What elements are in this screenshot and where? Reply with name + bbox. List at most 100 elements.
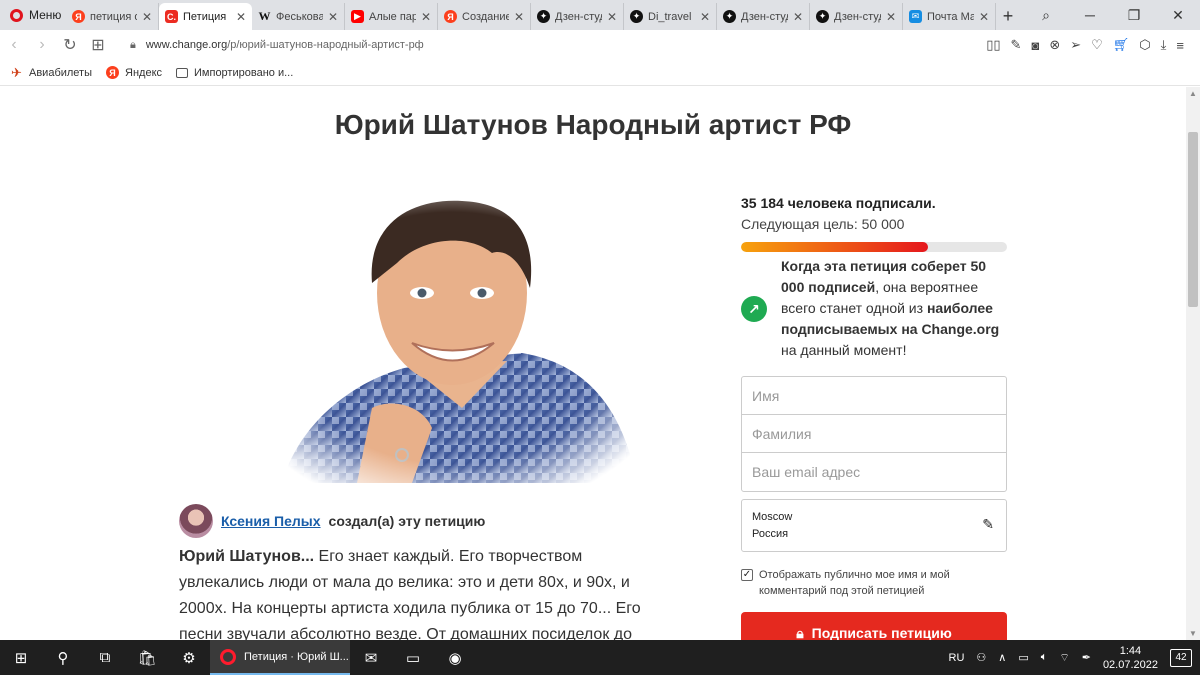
maximize-icon[interactable]: ❐	[1112, 7, 1156, 24]
search-icon[interactable]: ⚲	[42, 640, 84, 675]
trend-message: Когда эта петиция соберет 50 000 подписе…	[781, 256, 1011, 361]
close-window-icon[interactable]: ✕	[1156, 7, 1200, 24]
close-tab-icon[interactable]: ✕	[514, 10, 524, 24]
more-menu-icon[interactable]: ≡	[1176, 38, 1184, 53]
dzen-icon: ✦	[723, 10, 736, 23]
browser-tab[interactable]: ✦ Дзен-студ ✕	[810, 3, 903, 30]
close-tab-icon[interactable]: ✕	[886, 10, 896, 24]
dzen-icon: ✦	[537, 10, 550, 23]
public-display-checkbox[interactable]: ✓	[741, 569, 753, 581]
yandex-icon: Я	[444, 10, 457, 23]
close-tab-icon[interactable]: ✕	[607, 10, 617, 24]
notification-center-icon[interactable]: 42	[1170, 648, 1192, 667]
address-bar-tools: ▯▯ ✎ ◙ ⊗ ➢ ♡ 🛒︎ ⬡ ⤓ ≡	[986, 37, 1200, 53]
window-controls: ⌕ ─ ❐ ✕	[1024, 0, 1200, 30]
tray-chevron-icon[interactable]: ∧	[998, 651, 1006, 664]
folder-icon	[176, 67, 189, 78]
tab-label: петиция о	[90, 10, 137, 23]
clock[interactable]: 1:44 02.07.2022	[1103, 644, 1158, 672]
airplane-icon: ✈	[11, 64, 22, 80]
task-view-icon[interactable]: ⧉	[84, 640, 126, 675]
email-field[interactable]: Ваш email адрес	[742, 453, 1006, 491]
url-host: www.change.org	[145, 39, 228, 51]
reader-mode-icon[interactable]: ▯▯	[986, 37, 1000, 53]
browser-tab[interactable]: ✦ Di_travel ✕	[624, 3, 717, 30]
forward-icon[interactable]: ›	[28, 36, 56, 54]
lock-icon: 🔒︎	[796, 625, 804, 640]
cube-icon[interactable]: ⬡	[1139, 37, 1150, 53]
mail-app-icon[interactable]: ✉	[350, 640, 392, 675]
language-indicator[interactable]: RU	[949, 652, 965, 664]
volume-icon[interactable]: 🔈︎	[1041, 651, 1048, 664]
petition-photo	[262, 193, 642, 483]
dzen-icon: ✦	[630, 10, 643, 23]
send-icon[interactable]: ➢	[1070, 37, 1081, 53]
browser-tab[interactable]: ▶ Алые пар ✕	[345, 3, 438, 30]
browser-tab[interactable]: ✦ Дзен-студ ✕	[531, 3, 624, 30]
bookmark-item[interactable]: ✈ Авиабилеты	[10, 64, 92, 80]
page-scrollbar[interactable]: ▲ ▼	[1186, 87, 1200, 640]
close-tab-icon[interactable]: ✕	[236, 10, 246, 24]
location-field[interactable]: Moscow Россия ✎	[741, 499, 1007, 552]
minimize-icon[interactable]: ─	[1068, 7, 1112, 23]
browser-tab[interactable]: W Феськова ✕	[252, 3, 345, 30]
change-org-icon: C.	[165, 10, 178, 23]
browser-tab-active[interactable]: C. Петиция ✕	[159, 3, 252, 30]
youtube-icon: ▶	[351, 10, 364, 23]
lock-icon: 🔒︎	[130, 38, 136, 51]
close-tab-icon[interactable]: ✕	[328, 10, 338, 24]
location-city: Moscow	[752, 511, 793, 523]
last-name-field[interactable]: Фамилия	[742, 415, 1006, 453]
author-link[interactable]: Ксения Пелых	[221, 513, 321, 529]
windows-start-icon[interactable]: ⊞	[0, 640, 42, 675]
close-tab-icon[interactable]: ✕	[421, 10, 431, 24]
edit-page-icon[interactable]: ✎	[1011, 37, 1022, 53]
heart-icon[interactable]: ♡	[1091, 37, 1103, 53]
close-tab-icon[interactable]: ✕	[700, 10, 710, 24]
menu-label: Меню	[29, 8, 62, 22]
battery-icon[interactable]: ▭	[1018, 651, 1028, 664]
snapshot-icon[interactable]: ◙	[1031, 38, 1039, 53]
browser-tab[interactable]: ✉ Почта Ма ✕	[903, 3, 996, 30]
browser-tab[interactable]: ✦ Дзен-студ ✕	[717, 3, 810, 30]
adblock-icon[interactable]: ⊗	[1049, 37, 1060, 53]
opera-menu-button[interactable]: Меню	[0, 0, 66, 30]
tab-search-icon[interactable]: ⌕	[1024, 7, 1068, 24]
browser-tab[interactable]: Я Создание ✕	[438, 3, 531, 30]
scroll-up-icon[interactable]: ▲	[1189, 89, 1197, 98]
download-icon[interactable]: ⤓	[1161, 37, 1167, 53]
close-tab-icon[interactable]: ✕	[142, 10, 152, 24]
people-icon[interactable]: ⚇	[976, 651, 986, 664]
edit-location-icon[interactable]: ✎	[982, 516, 994, 533]
clock-time: 1:44	[1119, 644, 1142, 657]
new-tab-button[interactable]: +	[996, 3, 1020, 30]
bookmark-item[interactable]: Я Яндекс	[106, 66, 162, 79]
reload-icon[interactable]: ↻	[56, 35, 84, 55]
close-tab-icon[interactable]: ✕	[793, 10, 803, 24]
chrome-icon[interactable]: ◉	[434, 640, 476, 675]
bookmark-folder[interactable]: Импортировано и...	[176, 67, 293, 79]
taskbar-active-app[interactable]: Петиция · Юрий Ш...	[210, 640, 350, 675]
back-icon[interactable]: ‹	[0, 36, 28, 54]
store-icon[interactable]: 🛍︎	[126, 640, 168, 675]
file-explorer-icon[interactable]: ▭	[392, 640, 434, 675]
scroll-down-icon[interactable]: ▼	[1189, 629, 1197, 638]
avatar	[179, 504, 213, 538]
sign-petition-button[interactable]: 🔒︎ Подписать петицию	[741, 612, 1007, 640]
pen-icon[interactable]: ✒	[1082, 651, 1091, 664]
url-field[interactable]: 🔒︎ www.change.org/p/юрий-шатунов-народны…	[130, 39, 424, 52]
scrollbar-thumb[interactable]	[1188, 132, 1198, 307]
first-name-field[interactable]: Имя	[742, 377, 1006, 415]
signer-form-fields: Имя Фамилия Ваш email адрес	[741, 376, 1007, 492]
dzen-icon: ✦	[816, 10, 829, 23]
location-country: Россия	[752, 528, 789, 540]
yandex-icon: Я	[106, 66, 120, 79]
app-pinned-icon[interactable]: ⚙	[168, 640, 210, 675]
bookmarks-bar: ✈ Авиабилеты Я Яндекс Импортировано и...	[0, 60, 1200, 86]
close-tab-icon[interactable]: ✕	[979, 10, 989, 24]
cart-icon[interactable]: 🛒︎	[1113, 37, 1130, 53]
trending-up-icon: ↗	[741, 296, 767, 322]
speed-dial-icon[interactable]: ⊞	[84, 35, 112, 55]
browser-tab[interactable]: Я петиция о ✕	[66, 3, 159, 30]
wifi-icon[interactable]: ⌔	[1059, 651, 1069, 665]
